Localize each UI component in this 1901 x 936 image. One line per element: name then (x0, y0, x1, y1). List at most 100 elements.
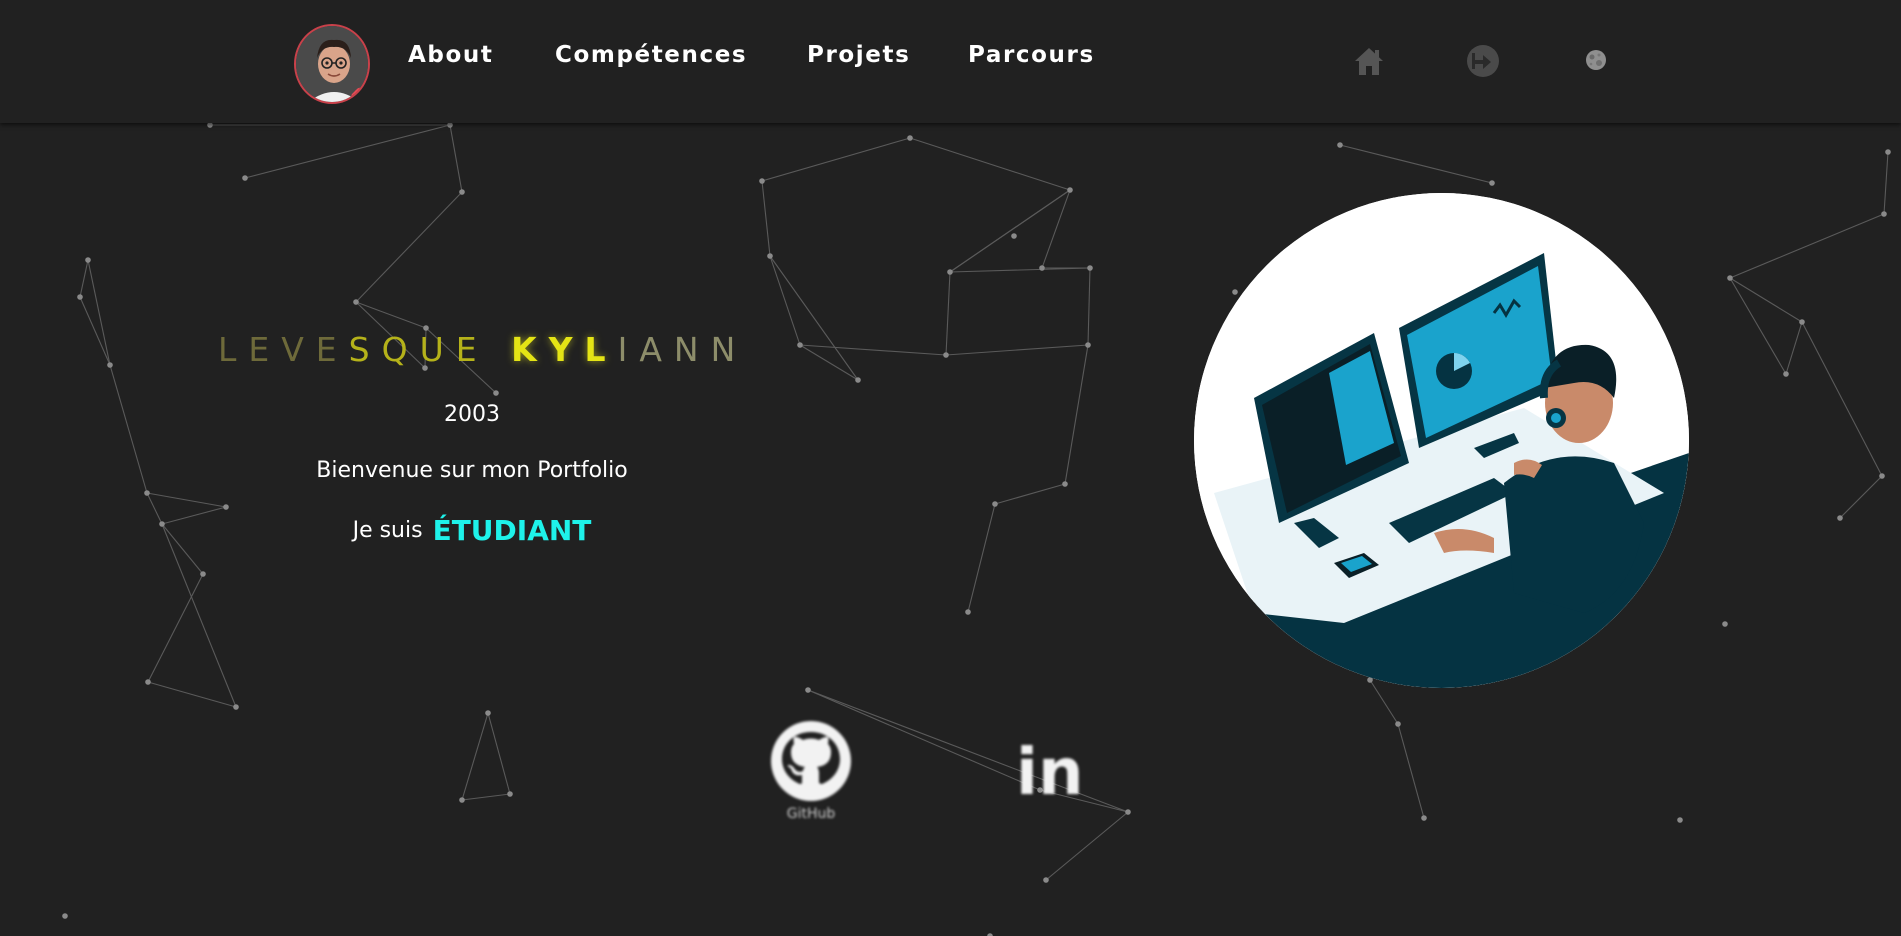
network-link (146, 492, 163, 525)
nav-link-about[interactable]: About (408, 42, 493, 68)
network-node (1232, 289, 1238, 295)
network-link (1839, 475, 1883, 519)
network-link (769, 255, 859, 381)
top-navigation-bar: About Compétences Projets Parcours (0, 0, 1901, 123)
network-node (1722, 621, 1728, 627)
network-link (1729, 277, 1803, 323)
network-link (461, 793, 511, 801)
network-link (79, 296, 111, 366)
network-node (353, 299, 359, 305)
network-link (461, 712, 489, 801)
network-node (159, 521, 165, 527)
network-link (769, 255, 801, 346)
network-link (79, 259, 89, 298)
network-node (1783, 371, 1789, 377)
network-node (1039, 265, 1045, 271)
network-link (994, 483, 1066, 505)
network-link (161, 523, 204, 575)
hero-name-part: SQUE (348, 330, 512, 369)
network-link (1041, 189, 1071, 269)
network-link (449, 124, 463, 193)
network-node (77, 294, 83, 300)
network-link (949, 189, 1071, 273)
linkedin-link[interactable]: in (1012, 738, 1112, 808)
network-node (1067, 187, 1073, 193)
hero-welcome-text: Bienvenue sur mon Portfolio (316, 458, 628, 483)
network-link (109, 364, 148, 494)
network-node (767, 253, 773, 259)
network-node (107, 362, 113, 368)
network-node (447, 122, 453, 128)
network-node (1489, 180, 1495, 186)
network-link (146, 492, 227, 508)
network-node (493, 390, 499, 396)
network-node (1879, 473, 1885, 479)
network-node (1011, 233, 1017, 239)
hero-name-part: LEVE (218, 330, 349, 369)
network-link (761, 137, 911, 182)
network-node (485, 710, 491, 716)
network-link (799, 344, 859, 381)
network-link (161, 523, 237, 708)
github-link[interactable]: GitHub (768, 718, 854, 824)
network-node (965, 609, 971, 615)
network-node (145, 679, 151, 685)
network-node (907, 135, 913, 141)
github-label: GitHub (786, 806, 836, 822)
network-node (1125, 809, 1131, 815)
role-value: ÉTUDIANT (432, 514, 592, 547)
home-icon[interactable] (1352, 44, 1386, 78)
network-link (761, 180, 771, 257)
network-node (200, 571, 206, 577)
network-link (1883, 151, 1889, 215)
logout-icon[interactable] (1466, 44, 1500, 78)
avatar[interactable] (294, 24, 370, 104)
network-link (1064, 344, 1089, 485)
network-node (85, 257, 91, 263)
role-prefix: Je suis (352, 518, 423, 543)
network-node (1395, 721, 1401, 727)
network-node (1799, 319, 1805, 325)
network-link (1339, 144, 1493, 184)
network-link (967, 503, 996, 613)
nav-link-projets[interactable]: Projets (807, 42, 910, 68)
hero-name: LEVESQUE KYLIANN (218, 330, 735, 369)
developer-illustration (1194, 193, 1689, 688)
network-node (992, 501, 998, 507)
network-node (233, 704, 239, 710)
hero-name-part: IANN (617, 330, 748, 369)
nav-link-parcours[interactable]: Parcours (968, 42, 1095, 68)
network-node (1337, 142, 1343, 148)
network-node (805, 687, 811, 693)
network-node (1885, 149, 1891, 155)
network-node (459, 797, 465, 803)
network-link (1397, 723, 1425, 819)
github-icon (771, 721, 851, 801)
network-link (161, 506, 227, 525)
network-node (1837, 515, 1843, 521)
network-link (87, 259, 111, 366)
network-node (1043, 877, 1049, 883)
moon-icon[interactable] (1585, 49, 1607, 71)
network-link (1801, 321, 1883, 477)
network-node (223, 504, 229, 510)
network-node (1087, 265, 1093, 271)
network-node (62, 913, 68, 919)
network-node (207, 122, 213, 128)
network-node (1677, 817, 1683, 823)
network-link (355, 191, 463, 303)
network-link (147, 681, 237, 708)
network-link (799, 344, 947, 356)
hero-name-part: KYL (511, 330, 618, 369)
network-link (1729, 213, 1885, 279)
network-link (244, 124, 451, 179)
network-link (945, 271, 951, 356)
network-link (1369, 679, 1399, 725)
network-node (943, 352, 949, 358)
network-node (144, 490, 150, 496)
network-node (759, 178, 765, 184)
network-link (909, 137, 1071, 191)
network-link (147, 573, 204, 683)
network-node (1881, 211, 1887, 217)
nav-link-competences[interactable]: Compétences (555, 42, 747, 68)
